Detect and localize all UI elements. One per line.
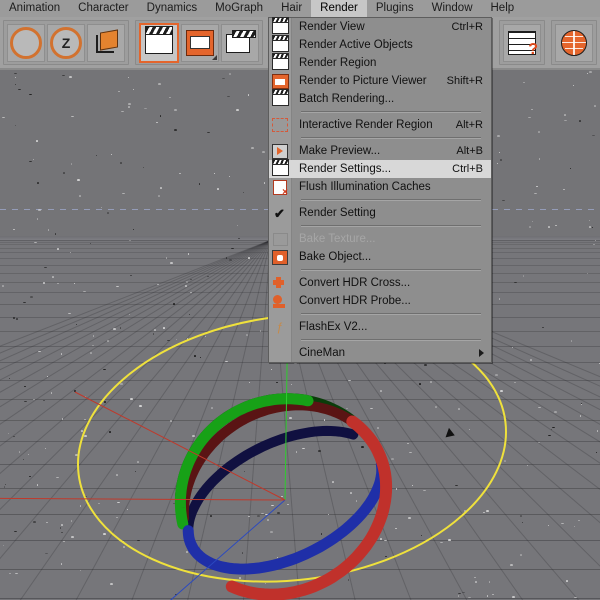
menu-separator <box>301 137 481 139</box>
z-axis-button[interactable]: Z <box>47 23 85 62</box>
circle-icon <box>10 26 42 59</box>
menu-item-label: Batch Rendering... <box>299 93 395 105</box>
menu-item-label: Bake Texture... <box>299 233 376 245</box>
menu-separator <box>301 225 481 227</box>
toolbar-group-1 <box>135 20 263 65</box>
table-question-icon <box>508 30 538 59</box>
toolbar-group-4 <box>551 20 597 65</box>
menu-item-label: Render Setting <box>299 207 376 219</box>
toolbar-group-0: Z <box>3 20 129 65</box>
menu-item-label: Render View <box>299 21 365 33</box>
table-help-button[interactable] <box>503 23 541 62</box>
menu-item-bake-texture: Bake Texture... <box>269 230 491 248</box>
globe-button[interactable] <box>555 23 593 62</box>
clapperboard-red-icon <box>186 29 214 56</box>
menu-item-label: Render Active Objects <box>299 39 413 51</box>
z-circle-icon: Z <box>50 26 82 59</box>
menu-item-batch-rendering[interactable]: Batch Rendering... <box>269 89 491 108</box>
menu-item-flashex-v2[interactable]: ƒ FlashEx V2... <box>269 318 491 336</box>
clapperboard-icon <box>271 35 289 53</box>
menu-item-render-region[interactable]: Render Region <box>269 53 491 72</box>
checkmark-icon: ✔ <box>274 206 285 221</box>
menubar-item-animation[interactable]: Animation <box>0 0 69 18</box>
render-view-button[interactable] <box>139 22 179 63</box>
make-preview-icon <box>271 143 289 159</box>
menubar-item-plugins[interactable]: Plugins <box>367 0 423 18</box>
menu-item-label: Convert HDR Probe... <box>299 295 411 307</box>
flush-caches-icon <box>271 179 289 198</box>
clapperboard-icon <box>271 53 289 71</box>
toolbar-group-3 <box>499 20 545 65</box>
menu-item-render-setting[interactable]: ✔ Render Setting <box>269 204 491 222</box>
flashex-icon: ƒ <box>276 320 284 334</box>
menu-item-render-active-objects[interactable]: Render Active Objects <box>269 35 491 54</box>
axis-cube-icon <box>94 28 118 55</box>
menu-separator <box>301 199 481 201</box>
menubar-item-mograph[interactable]: MoGraph <box>206 0 272 18</box>
menu-item-label: Flush Illumination Caches <box>299 181 431 193</box>
menu-item-label: Render Settings... <box>299 163 392 175</box>
batch-render-icon <box>271 89 289 107</box>
menu-item-label: Interactive Render Region <box>299 119 433 131</box>
main-menubar[interactable]: Animation Character Dynamics MoGraph Hair Ren… <box>0 0 600 18</box>
menu-item-label: Convert HDR Cross... <box>299 277 411 289</box>
render-to-picture-viewer-button[interactable] <box>181 23 219 62</box>
menu-item-shortcut: Alt+B <box>456 145 483 157</box>
menubar-item-render[interactable]: Render <box>311 0 367 18</box>
bake-object-icon <box>271 249 289 265</box>
menu-item-bake-object[interactable]: Bake Object... <box>269 248 491 266</box>
menu-item-make-preview[interactable]: Make Preview... Alt+B <box>269 142 491 160</box>
menubar-item-help[interactable]: Help <box>482 0 524 18</box>
cinema4d-window: Animation Character Dynamics MoGraph Hair Ren… <box>0 0 600 600</box>
menu-item-shortcut: Alt+R <box>455 119 483 131</box>
menu-item-render-view[interactable]: Render View Ctrl+R <box>269 17 491 36</box>
menu-item-label: Render to Picture Viewer <box>299 75 427 87</box>
menu-separator <box>301 269 481 271</box>
picture-viewer-icon <box>271 73 289 89</box>
hdr-cross-icon <box>271 275 289 291</box>
menu-item-label: Make Preview... <box>299 145 381 157</box>
menu-item-label: FlashEx V2... <box>299 321 368 333</box>
clapperboard-icon <box>144 25 173 54</box>
menubar-item-hair[interactable]: Hair <box>272 0 311 18</box>
menu-item-shortcut: Ctrl+B <box>452 163 483 175</box>
submenu-arrow-icon <box>479 349 484 357</box>
menu-separator <box>301 111 481 113</box>
menu-item-shortcut: Shift+R <box>446 75 483 87</box>
menu-separator <box>301 339 481 341</box>
clapperboard-icon <box>271 17 289 35</box>
gizmo-band-red-back[interactable] <box>178 400 358 524</box>
menu-item-label: CineMan <box>299 347 346 359</box>
undo-circle-button[interactable] <box>7 23 45 62</box>
menu-item-flush-illumination-caches[interactable]: Flush Illumination Caches <box>269 178 491 198</box>
interactive-region-icon <box>271 117 289 133</box>
dropdown-corner-icon[interactable] <box>212 54 217 60</box>
menubar-item-dynamics[interactable]: Dynamics <box>138 0 206 18</box>
menu-item-render-to-picture-viewer[interactable]: Render to Picture Viewer Shift+R <box>269 72 491 90</box>
menubar-item-window[interactable]: Window <box>423 0 482 18</box>
menubar-item-character[interactable]: Character <box>69 0 138 18</box>
x-axis-line[interactable] <box>0 497 286 501</box>
render-settings-icon <box>271 159 289 177</box>
menu-item-label: Render Region <box>299 57 377 69</box>
clapperboard-settings-icon <box>226 29 256 54</box>
globe-icon <box>561 29 587 56</box>
menu-item-convert-hdr-cross[interactable]: Convert HDR Cross... <box>269 274 491 292</box>
render-dropdown-menu[interactable]: Render View Ctrl+R Render Active Objects Re… <box>268 17 492 363</box>
menu-item-label: Bake Object... <box>299 251 372 263</box>
axis-object-button[interactable] <box>87 23 125 62</box>
bake-texture-icon <box>271 231 289 247</box>
menu-item-render-settings[interactable]: Render Settings... Ctrl+B <box>269 159 491 178</box>
render-settings-button[interactable] <box>221 23 259 62</box>
menu-item-convert-hdr-probe[interactable]: Convert HDR Probe... <box>269 292 491 310</box>
hdr-probe-icon <box>271 293 289 309</box>
menu-item-shortcut: Ctrl+R <box>451 21 483 33</box>
menu-item-interactive-render-region[interactable]: Interactive Render Region Alt+R <box>269 116 491 134</box>
menu-separator <box>301 313 481 315</box>
menu-item-cineman[interactable]: CineMan <box>269 344 491 362</box>
